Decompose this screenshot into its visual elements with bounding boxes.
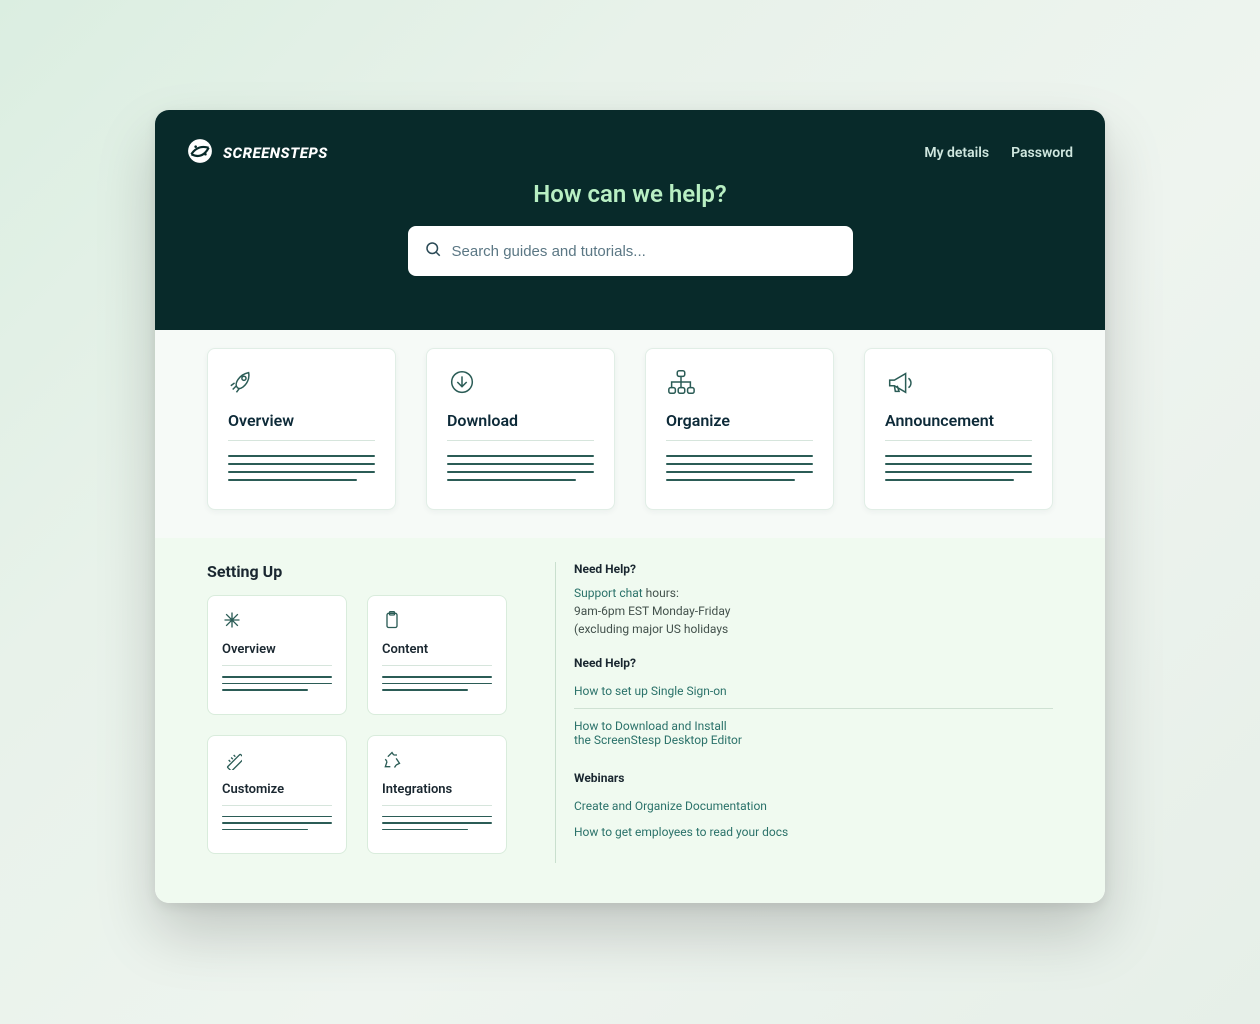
sso-link[interactable]: How to set up Single Sign-on xyxy=(574,678,1053,709)
download-install-link[interactable]: How to Download and Install the ScreenSt… xyxy=(574,713,1053,753)
webinar-employees-read[interactable]: How to get employees to read your docs xyxy=(574,819,1053,845)
support-hours-line2: 9am-6pm EST Monday-Friday xyxy=(574,604,730,618)
webinar-create-organize[interactable]: Create and Organize Documentation xyxy=(574,793,1053,819)
card-title: Announcement xyxy=(885,411,1032,441)
setting-up-section: Setting Up Overview Content xyxy=(207,562,507,863)
card-title: Organize xyxy=(666,411,813,441)
card-textlines xyxy=(666,455,813,481)
megaphone-icon xyxy=(885,382,915,401)
mini-card-customize[interactable]: Customize xyxy=(207,735,347,855)
brand[interactable]: SCREENSTEPS xyxy=(187,138,328,168)
nav-my-details[interactable]: My details xyxy=(924,145,989,161)
asterisk-icon xyxy=(222,615,242,634)
brand-name: SCREENSTEPS xyxy=(223,144,328,162)
hierarchy-icon xyxy=(666,382,696,401)
download-icon xyxy=(447,382,477,401)
support-hours-text: Support chat hours: 9am-6pm EST Monday-F… xyxy=(574,584,1053,638)
need-help-heading: Need Help? xyxy=(574,562,1053,576)
need-help-block-1: Need Help? Support chat hours: 9am-6pm E… xyxy=(574,562,1053,638)
card-textlines xyxy=(885,455,1032,481)
support-hours-suffix: hours: xyxy=(643,586,679,600)
mini-card-content[interactable]: Content xyxy=(367,595,507,715)
mini-card-title: Overview xyxy=(222,642,332,666)
card-title: Download xyxy=(447,411,594,441)
support-chat-link[interactable]: Support chat xyxy=(574,586,643,600)
support-hours-line3: (excluding major US holidays xyxy=(574,622,728,636)
card-download[interactable]: Download xyxy=(426,348,615,510)
lower-section: Setting Up Overview Content xyxy=(155,538,1105,903)
hero-title: How can we help? xyxy=(187,180,1073,208)
brand-logo-icon xyxy=(187,138,213,168)
mini-card-title: Content xyxy=(382,642,492,666)
search-input[interactable] xyxy=(452,243,837,260)
search-box[interactable] xyxy=(408,226,853,276)
mini-card-integrations[interactable]: Integrations xyxy=(367,735,507,855)
hero-section: SCREENSTEPS My details Password How can … xyxy=(155,110,1105,330)
mini-card-title: Customize xyxy=(222,782,332,806)
webinars-heading: Webinars xyxy=(574,771,1053,785)
setting-up-grid: Overview Content Customi xyxy=(207,595,507,854)
recycle-icon xyxy=(382,755,402,774)
mini-textlines xyxy=(382,676,492,691)
card-overview[interactable]: Overview xyxy=(207,348,396,510)
need-help-block-2: Need Help? How to set up Single Sign-on … xyxy=(574,656,1053,753)
top-cards-row: Overview Download Organize xyxy=(155,330,1105,538)
card-organize[interactable]: Organize xyxy=(645,348,834,510)
card-textlines xyxy=(447,455,594,481)
mini-textlines xyxy=(222,676,332,691)
mini-textlines xyxy=(382,816,492,831)
mini-textlines xyxy=(222,816,332,831)
card-textlines xyxy=(228,455,375,481)
need-help-heading-2: Need Help? xyxy=(574,656,1053,670)
nav-password[interactable]: Password xyxy=(1011,145,1073,161)
page-surface: SCREENSTEPS My details Password How can … xyxy=(30,32,1230,992)
rocket-icon xyxy=(228,382,258,401)
setting-up-heading: Setting Up xyxy=(207,562,507,581)
download-install-line2: the ScreenStesp Desktop Editor xyxy=(574,733,742,747)
mini-card-overview[interactable]: Overview xyxy=(207,595,347,715)
topbar: SCREENSTEPS My details Password xyxy=(187,138,1073,168)
clipboard-icon xyxy=(382,615,402,634)
card-title: Overview xyxy=(228,411,375,441)
header-nav: My details Password xyxy=(924,145,1073,161)
mini-card-title: Integrations xyxy=(382,782,492,806)
ruler-icon xyxy=(222,755,242,774)
app-window: SCREENSTEPS My details Password How can … xyxy=(155,110,1105,903)
help-sidebar: Need Help? Support chat hours: 9am-6pm E… xyxy=(555,562,1053,863)
card-announcement[interactable]: Announcement xyxy=(864,348,1053,510)
webinars-block: Webinars Create and Organize Documentati… xyxy=(574,771,1053,845)
download-install-line1: How to Download and Install xyxy=(574,719,727,733)
search-icon xyxy=(424,240,442,262)
